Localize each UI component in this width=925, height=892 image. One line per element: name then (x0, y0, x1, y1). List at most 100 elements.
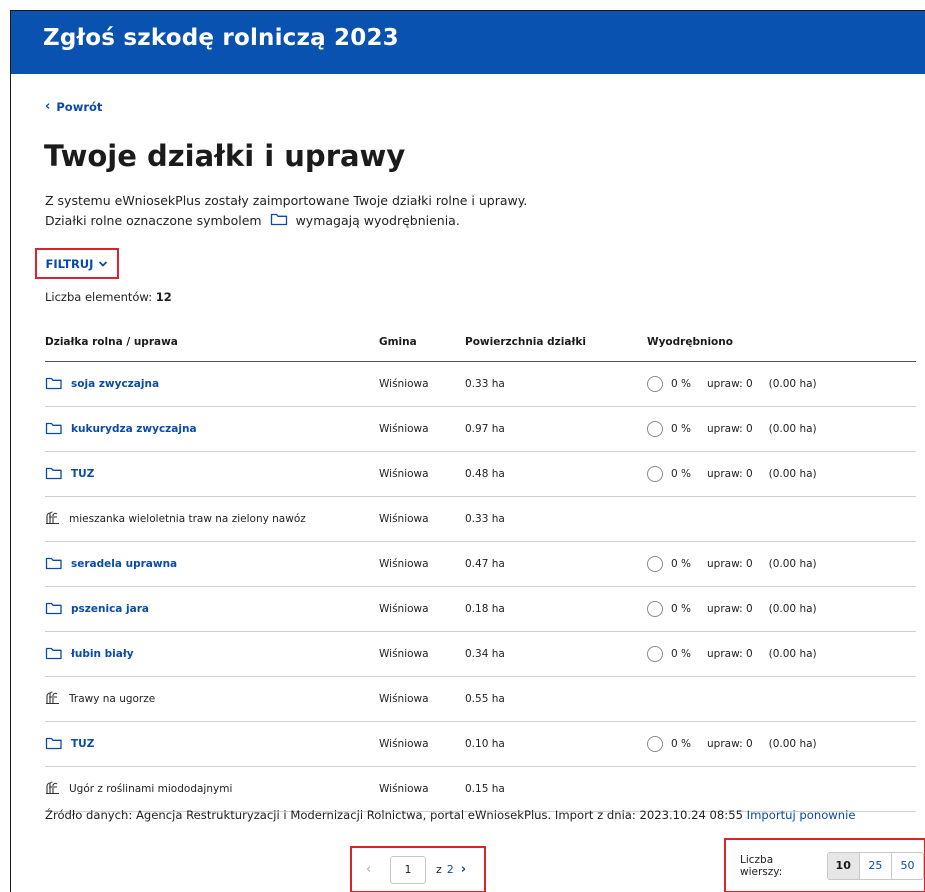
filter-button[interactable]: FILTRUJ (35, 248, 119, 279)
chevron-left-icon: ‹ (45, 99, 51, 114)
table-header-row: Działka rolna / uprawa Gmina Powierzchni… (45, 323, 916, 362)
table-row: łubin biały Wiśniowa 0.34 ha 0 % upraw: … (45, 631, 916, 677)
gmina-cell: Wiśniowa (379, 631, 465, 677)
area-cell: 0.33 ha (465, 361, 647, 407)
extracted-column: 0 % upraw: 0 (0.00 ha) (647, 451, 916, 497)
crop-name: Ugór z roślinami miododajnymi (69, 783, 233, 795)
extracted-area: (0.00 ha) (768, 423, 817, 435)
page-input[interactable]: 1 (390, 855, 426, 884)
extracted-column (647, 676, 916, 722)
extracted-cell: 0 % upraw: 0 (0.00 ha) (647, 466, 916, 482)
extracted-area: (0.00 ha) (768, 603, 817, 615)
app-header: Zgłoś szkodę rolniczą 2023 (11, 11, 925, 74)
extracted-percent: 0 % (671, 423, 691, 435)
table-row: Trawy na ugorze Wiśniowa 0.55 ha (45, 676, 916, 722)
folder-icon (45, 736, 62, 753)
parcel-link[interactable]: pszenica jara (71, 603, 149, 615)
progress-circle-icon (647, 421, 663, 437)
folder-icon (45, 466, 62, 483)
parcel-name-cell[interactable]: seradela uprawna (45, 556, 379, 573)
parcel-name-cell: Ugór z roślinami miododajnymi (45, 780, 379, 798)
folder-icon (45, 556, 62, 573)
chevron-right-icon[interactable]: › (461, 862, 466, 877)
back-link[interactable]: ‹ Powrót (45, 99, 102, 114)
extracted-cell: 0 % upraw: 0 (0.00 ha) (647, 421, 916, 437)
crop-name: Trawy na ugorze (69, 693, 156, 705)
extracted-percent: 0 % (671, 738, 691, 750)
parcel-name-cell[interactable]: pszenica jara (45, 601, 379, 618)
folder-icon (45, 646, 62, 663)
area-cell: 0.18 ha (465, 586, 647, 632)
extracted-percent: 0 % (671, 558, 691, 570)
extracted-column: 0 % upraw: 0 (0.00 ha) (647, 631, 916, 677)
extracted-area: (0.00 ha) (768, 378, 817, 390)
reimport-link[interactable]: Importuj ponownie (747, 808, 856, 822)
col-header-parcel: Działka rolna / uprawa (45, 323, 379, 362)
extracted-area: (0.00 ha) (768, 468, 817, 480)
extracted-column (647, 766, 916, 812)
extracted-cell: 0 % upraw: 0 (0.00 ha) (647, 646, 916, 662)
gmina-cell: Wiśniowa (379, 496, 465, 542)
extracted-crops: upraw: 0 (707, 648, 753, 660)
col-header-extracted: Wyodrębniono (647, 323, 916, 362)
table-row: Ugór z roślinami miododajnymi Wiśniowa 0… (45, 766, 916, 812)
chevron-down-icon (98, 257, 108, 271)
progress-circle-icon (647, 646, 663, 662)
intro-line-1: Z systemu eWniosekPlus zostały zaimporto… (45, 193, 528, 208)
extracted-cell: 0 % upraw: 0 (0.00 ha) (647, 556, 916, 572)
parcel-link[interactable]: kukurydza zwyczajna (71, 423, 197, 435)
parcel-name-cell[interactable]: TUZ (45, 466, 379, 483)
rows-option-50[interactable]: 50 (890, 852, 923, 879)
folder-icon (270, 212, 288, 232)
parcel-name-cell[interactable]: kukurydza zwyczajna (45, 421, 379, 438)
rows-per-page-label: Liczba wierszy: (740, 853, 783, 878)
parcel-link[interactable]: soja zwyczajna (71, 378, 159, 390)
parcel-link[interactable]: seradela uprawna (71, 558, 177, 570)
parcel-link[interactable]: TUZ (71, 738, 94, 750)
parcels-table: Działka rolna / uprawa Gmina Powierzchni… (45, 323, 916, 812)
gmina-cell: Wiśniowa (379, 361, 465, 407)
extracted-column: 0 % upraw: 0 (0.00 ha) (647, 721, 916, 767)
parcel-name-cell[interactable]: łubin biały (45, 646, 379, 663)
parcel-name-cell[interactable]: soja zwyczajna (45, 376, 379, 393)
progress-circle-icon (647, 466, 663, 482)
rows-per-page-options: 10 25 50 (826, 851, 924, 880)
parcel-link[interactable]: TUZ (71, 468, 94, 480)
progress-circle-icon (647, 376, 663, 392)
crop-icon (45, 690, 60, 708)
gmina-cell: Wiśniowa (379, 766, 465, 812)
extracted-crops: upraw: 0 (707, 738, 753, 750)
extracted-percent: 0 % (671, 648, 691, 660)
area-cell: 0.47 ha (465, 541, 647, 587)
area-cell: 0.10 ha (465, 721, 647, 767)
table-row: TUZ Wiśniowa 0.48 ha 0 % upraw: 0 (0.00 … (45, 451, 916, 497)
back-label: Powrót (56, 99, 103, 114)
chevron-left-icon[interactable]: ‹ (366, 862, 386, 877)
area-cell: 0.33 ha (465, 496, 647, 542)
intro-line-2: Działki rolne oznaczone symbolem wymagaj… (45, 211, 527, 232)
extracted-cell: 0 % upraw: 0 (0.00 ha) (647, 376, 916, 392)
folder-icon (45, 376, 62, 393)
parcel-name-cell[interactable]: TUZ (45, 736, 379, 753)
rows-option-25[interactable]: 25 (858, 852, 891, 879)
area-cell: 0.48 ha (465, 451, 647, 497)
progress-circle-icon (647, 556, 663, 572)
gmina-cell: Wiśniowa (379, 451, 465, 497)
rows-option-10[interactable]: 10 (827, 852, 859, 879)
gmina-cell: Wiśniowa (379, 586, 465, 632)
area-cell: 0.97 ha (465, 406, 647, 452)
extracted-column: 0 % upraw: 0 (0.00 ha) (647, 586, 916, 632)
crop-name: mieszanka wieloletnia traw na zielony na… (69, 513, 306, 525)
parcel-link[interactable]: łubin biały (71, 648, 134, 660)
page-of-label: z (436, 863, 442, 876)
extracted-crops: upraw: 0 (707, 423, 753, 435)
extracted-crops: upraw: 0 (707, 378, 753, 390)
rows-per-page: Liczba wierszy: 10 25 50 (724, 838, 925, 892)
gmina-cell: Wiśniowa (379, 676, 465, 722)
extracted-cell: 0 % upraw: 0 (0.00 ha) (647, 736, 916, 752)
page-total-link[interactable]: 2 (447, 863, 454, 876)
extracted-column: 0 % upraw: 0 (0.00 ha) (647, 541, 916, 587)
folder-icon (45, 421, 62, 438)
items-count: Liczba elementów: 12 (45, 290, 172, 304)
extracted-column: 0 % upraw: 0 (0.00 ha) (647, 361, 916, 407)
